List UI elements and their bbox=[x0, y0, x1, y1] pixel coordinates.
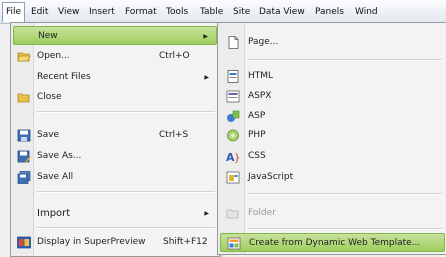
submenu-item-label: CSS bbox=[248, 151, 266, 161]
folder-icon bbox=[226, 209, 239, 219]
submenu-item-folder[interactable]: Folder bbox=[220, 204, 445, 223]
menu-item-label: Close bbox=[37, 92, 62, 102]
menu-item-label: Open... bbox=[37, 51, 70, 61]
page-icon bbox=[228, 36, 239, 49]
css-icon: A } bbox=[226, 151, 240, 163]
menu-data-view[interactable]: Data View bbox=[256, 5, 308, 19]
submenu-item-label: ASP bbox=[248, 111, 266, 121]
save-as-icon bbox=[17, 150, 31, 163]
menu-item-shortcut: Ctrl+O bbox=[159, 51, 190, 61]
menu-window[interactable]: Wind bbox=[352, 5, 381, 19]
menu-file[interactable]: File bbox=[2, 2, 26, 22]
menu-separator bbox=[248, 228, 442, 230]
menu-item-label: Save All bbox=[37, 172, 74, 182]
submenu-arrow-icon: ▶ bbox=[204, 74, 209, 81]
submenu-item-label: Folder bbox=[248, 208, 276, 218]
menu-separator bbox=[37, 111, 215, 113]
menu-item-label: Save As... bbox=[37, 151, 82, 161]
submenu-item-css[interactable]: A } CSS bbox=[220, 147, 445, 166]
asp-icon bbox=[227, 110, 240, 122]
menu-edit[interactable]: Edit bbox=[28, 5, 51, 19]
menu-table[interactable]: Table bbox=[197, 5, 226, 19]
submenu-item-php[interactable]: PHP bbox=[220, 126, 445, 145]
submenu-item-label: Create from Dynamic Web Template... bbox=[249, 238, 421, 248]
submenu-item-label: PHP bbox=[248, 130, 266, 140]
svg-text:}: } bbox=[234, 153, 240, 163]
html-icon bbox=[227, 70, 239, 83]
submenu-item-label: ASPX bbox=[248, 91, 272, 101]
menu-item-save[interactable]: Save Ctrl+S bbox=[13, 126, 217, 145]
save-all-icon bbox=[17, 171, 31, 184]
menu-insert[interactable]: Insert bbox=[86, 5, 118, 19]
save-icon bbox=[17, 129, 31, 142]
menu-item-label: New bbox=[38, 31, 58, 41]
menu-item-label: Save bbox=[37, 130, 60, 140]
aspx-icon bbox=[226, 90, 240, 103]
dwt-icon bbox=[227, 237, 241, 250]
menu-item-save-as[interactable]: Save As... bbox=[13, 147, 217, 166]
folder-open-icon bbox=[17, 52, 31, 62]
menu-format[interactable]: Format bbox=[122, 5, 160, 19]
menu-view[interactable]: View bbox=[55, 5, 82, 19]
menu-separator bbox=[37, 191, 215, 193]
menu-tools[interactable]: Tools bbox=[163, 5, 191, 19]
menu-item-new[interactable]: New ▶ bbox=[13, 26, 217, 45]
submenu-item-aspx[interactable]: ASPX bbox=[220, 87, 445, 106]
menu-separator bbox=[248, 59, 442, 61]
menu-item-label: Display in SuperPreview bbox=[37, 237, 146, 247]
menu-panels[interactable]: Panels bbox=[312, 5, 347, 19]
submenu-item-html[interactable]: HTML bbox=[220, 67, 445, 86]
javascript-icon bbox=[226, 171, 240, 184]
menu-item-shortcut: Ctrl+S bbox=[159, 130, 189, 140]
menu-item-save-all[interactable]: Save All bbox=[13, 168, 217, 187]
file-menu: New ▶ Open... Ctrl+O Recent Files ▶ Clos… bbox=[10, 22, 220, 257]
menu-separator bbox=[248, 193, 442, 195]
new-submenu: Page... HTML ASPX ASP PHP A} CSS JavaSc… bbox=[217, 22, 446, 255]
submenu-item-create-from-dwt[interactable]: Create from Dynamic Web Template... bbox=[220, 233, 445, 252]
submenu-item-label: HTML bbox=[248, 71, 274, 81]
php-icon bbox=[227, 129, 239, 142]
menu-item-close[interactable]: Close bbox=[13, 88, 217, 107]
superpreview-icon bbox=[17, 236, 31, 249]
submenu-item-label: Page... bbox=[248, 37, 279, 47]
menu-separator bbox=[37, 227, 215, 229]
menu-item-shortcut: Shift+F12 bbox=[163, 237, 208, 247]
folder-close-icon bbox=[17, 93, 30, 103]
submenu-item-label: JavaScript bbox=[248, 172, 294, 182]
menu-bar: File Edit View Insert Format Tools Table… bbox=[0, 0, 446, 24]
menu-item-label: Recent Files bbox=[37, 72, 91, 82]
submenu-item-asp[interactable]: ASP bbox=[220, 107, 445, 126]
menu-site[interactable]: Site bbox=[230, 5, 253, 19]
submenu-arrow-icon: ▶ bbox=[203, 33, 208, 40]
menu-item-label: Import bbox=[37, 208, 71, 219]
menu-item-import[interactable]: Import ▶ bbox=[13, 204, 217, 223]
menu-item-open[interactable]: Open... Ctrl+O bbox=[13, 47, 217, 66]
menu-item-display-superpreview[interactable]: Display in SuperPreview Shift+F12 bbox=[13, 233, 217, 252]
submenu-arrow-icon: ▶ bbox=[204, 210, 209, 217]
submenu-item-javascript[interactable]: JavaScript bbox=[220, 168, 445, 187]
submenu-item-page[interactable]: Page... bbox=[220, 33, 445, 52]
menu-item-recent-files[interactable]: Recent Files ▶ bbox=[13, 68, 217, 87]
